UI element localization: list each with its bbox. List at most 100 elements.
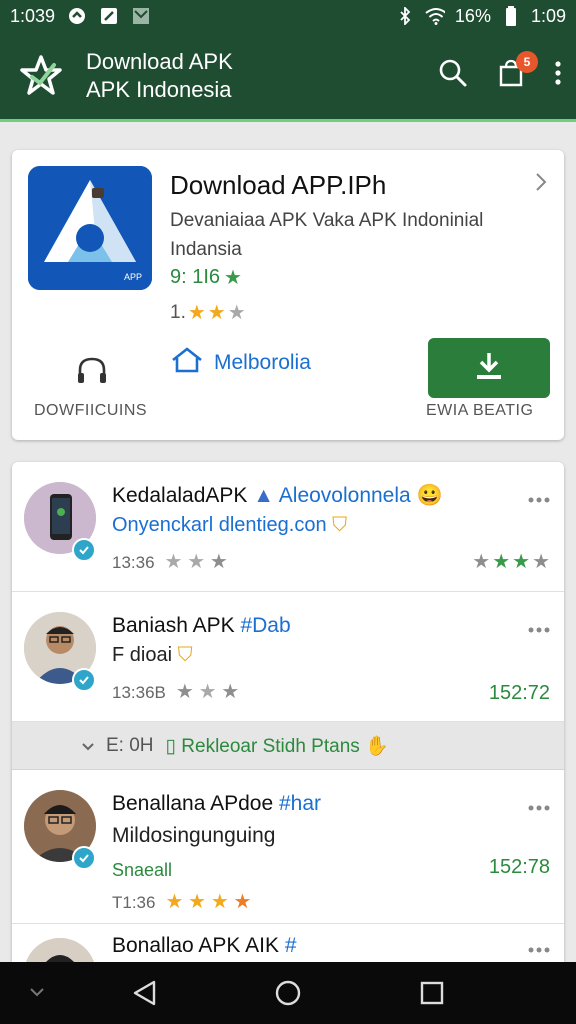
star-icon: ★ [209,551,228,573]
search-icon[interactable] [438,58,468,93]
cart-badge: 5 [516,51,538,73]
back-icon[interactable] [130,978,160,1008]
status-bar: 1:039 16% 1:09 [0,0,576,32]
star-icon: ★ [198,681,217,703]
app-bar-subtitle: APK Indonesia [86,76,232,102]
star-icon: ★ [492,551,511,573]
star-icon: ★ [187,551,206,573]
shield-icon: ⛉ [332,514,348,536]
downloads-label: DOWFIICUINS [34,402,148,419]
review-tag: Aleovolonnela [278,484,411,507]
download-icon [473,350,505,387]
verified-icon [72,538,96,562]
review-time: 13:36B [112,682,166,702]
edit-notification-icon [99,7,119,25]
star-icon: ★ [187,302,206,324]
star-rating: ★ ★ ★ ★ [165,892,251,913]
star-rating: ★ ★ ★ [165,552,228,573]
review-subtitle: F dioai ⛉ [112,644,193,667]
app-logo-icon[interactable] [16,51,66,101]
review-author: Baniash APK #Dab [112,614,291,638]
review-subtitle[interactable]: Onyenckarl dlentieg.con ⛉ [112,514,347,537]
star-icon: ★ [233,891,252,913]
status-clock: 1:09 [530,5,566,26]
review-author-name: Bonallao APK AIK [112,934,279,957]
list-item[interactable]: Baniash APK #Dab F dioai ⛉ 13:36B ★ ★ ★ … [12,592,564,722]
star-icon: ★ [227,302,246,324]
star-icon: ★ [175,681,194,703]
review-tag: #har [278,792,322,815]
review-tag: # [284,934,297,957]
review-author-name: Baniash APK [112,614,235,637]
star-icon: ★ [472,551,491,573]
section-title: ▯ Rekleoar Stidh Ptans ✋ [166,734,389,758]
review-time: 13:36 [112,552,155,572]
more-options-icon[interactable] [528,490,550,508]
more-options-icon[interactable] [528,798,550,816]
review-body: Mildosingunguing [112,824,276,847]
app-bar-title: Download APK [86,48,233,74]
review-meta: 13:36B ★ ★ ★ [112,682,239,703]
overflow-menu-icon[interactable] [554,60,562,91]
clipboard-icon: ▯ [165,735,176,757]
shield-icon: ⛉ [177,644,193,666]
home-icon[interactable] [273,978,303,1008]
rating-value: 9: 1I6 [170,266,221,288]
section-label: Rekleoar Stidh Ptans [181,735,360,757]
share-button[interactable]: Melborolia [170,346,311,380]
verified-icon [72,668,96,692]
app-bar: Download APK APK Indonesia 5 [0,32,576,122]
review-subtitle: Snaeall [112,860,173,880]
review-author: KedalaladAPK ▲ Aleovolonnela 😀 [112,484,443,508]
review-subtitle-text: Onyenckarl dlentieg.con [112,514,327,536]
app-detail-card[interactable]: APP Download APP.IPh Devaniaiaa APK Vaka… [12,150,564,440]
star-icon: ★ [512,551,531,573]
chevron-right-icon[interactable] [534,172,548,197]
chevron-down-icon [82,735,94,757]
review-tag: #Dab [240,614,291,637]
status-time: 1:039 [10,5,56,26]
verified-icon [72,846,96,870]
headphones-icon[interactable] [72,350,112,390]
review-score-stars: ★ ★ ★ ★ [472,552,550,572]
image-notification-icon [131,7,151,25]
review-author: Bonallao APK AIK # [112,934,297,958]
star-icon: ★ [164,551,183,573]
list-item[interactable]: KedalaladAPK ▲ Aleovolonnela 😀 Onyenckar… [12,462,564,592]
app-description: Devaniaiaa APK Vaka APK Indoninial Indan… [170,210,484,260]
star-icon: ★ [224,266,242,289]
battery-icon [501,6,521,26]
battery-percent: 16% [454,5,491,26]
recents-icon[interactable] [417,978,447,1008]
app-rating-score: 9: 1I6 ★ [170,266,242,289]
review-meta: T1:36 ★ ★ ★ ★ [112,892,251,913]
review-subtitle-text: F dioai [112,644,173,666]
notification-icon [67,7,87,25]
app-icon: APP [28,166,152,290]
review-author-name: KedalaladAPK [112,484,248,507]
hand-icon: ✋ [365,735,389,757]
star-icon: ★ [221,681,240,703]
chevron-down-icon[interactable] [22,978,52,1008]
shopping-bag-button[interactable]: 5 [498,51,538,92]
home-share-icon [170,346,204,380]
more-options-icon[interactable] [528,620,550,638]
section-header[interactable]: E: 0H ▯ Rekleoar Stidh Ptans ✋ [12,722,564,770]
list-item[interactable]: Benallana APdoe #har Mildosingunguing Sn… [12,770,564,924]
install-button[interactable] [428,338,550,398]
app-star-rating: 1. ★ ★ ★ [170,302,246,324]
more-options-icon[interactable] [528,940,550,958]
section-prefix: E: 0H [106,734,154,756]
review-meta: 13:36 ★ ★ ★ [112,552,228,573]
star-rating: ★ ★ ★ [176,682,239,703]
review-score: 152:72 [488,682,550,704]
wifi-icon [425,7,445,25]
list-item[interactable]: Bonallao APK AIK # [12,924,564,962]
star-icon: ★ [165,891,184,913]
review-author-name: Benallana APdoe [112,792,274,815]
star-icon: ★ [188,891,207,913]
app-name: Download APP.IPh [170,170,387,200]
star-icon: ★ [207,302,226,324]
star-icon: ★ [532,551,550,573]
review-time: T1:36 [112,892,156,912]
